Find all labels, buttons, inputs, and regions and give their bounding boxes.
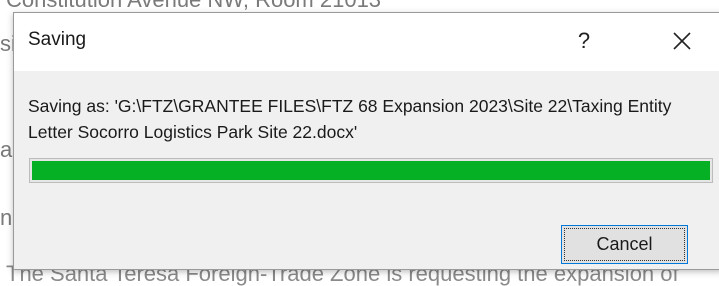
- saving-dialog: Saving ? Saving as: 'G:\FTZ\GRANTEE FILE…: [13, 12, 719, 270]
- save-progress-bar: [29, 158, 713, 183]
- background-fragment: a: [0, 139, 13, 161]
- dialog-title: Saving: [28, 29, 87, 50]
- background-fragment: si: [0, 33, 14, 55]
- saving-path-message: Saving as: 'G:\FTZ\GRANTEE FILES\FTZ 68 …: [28, 96, 672, 142]
- help-button[interactable]: ?: [564, 21, 604, 61]
- dialog-content: Saving as: 'G:\FTZ\GRANTEE FILES\FTZ 68 …: [14, 71, 719, 269]
- cancel-button[interactable]: Cancel: [561, 225, 688, 264]
- save-progress-fill: [30, 159, 712, 182]
- background-fragment: n: [0, 207, 13, 229]
- cancel-button-label: Cancel: [596, 234, 653, 254]
- close-icon: [673, 32, 691, 50]
- close-button[interactable]: [662, 21, 702, 61]
- background-text-top: Constitution Avenue NW, Room 21013: [6, 0, 381, 11]
- dialog-titlebar: Saving ?: [14, 13, 719, 71]
